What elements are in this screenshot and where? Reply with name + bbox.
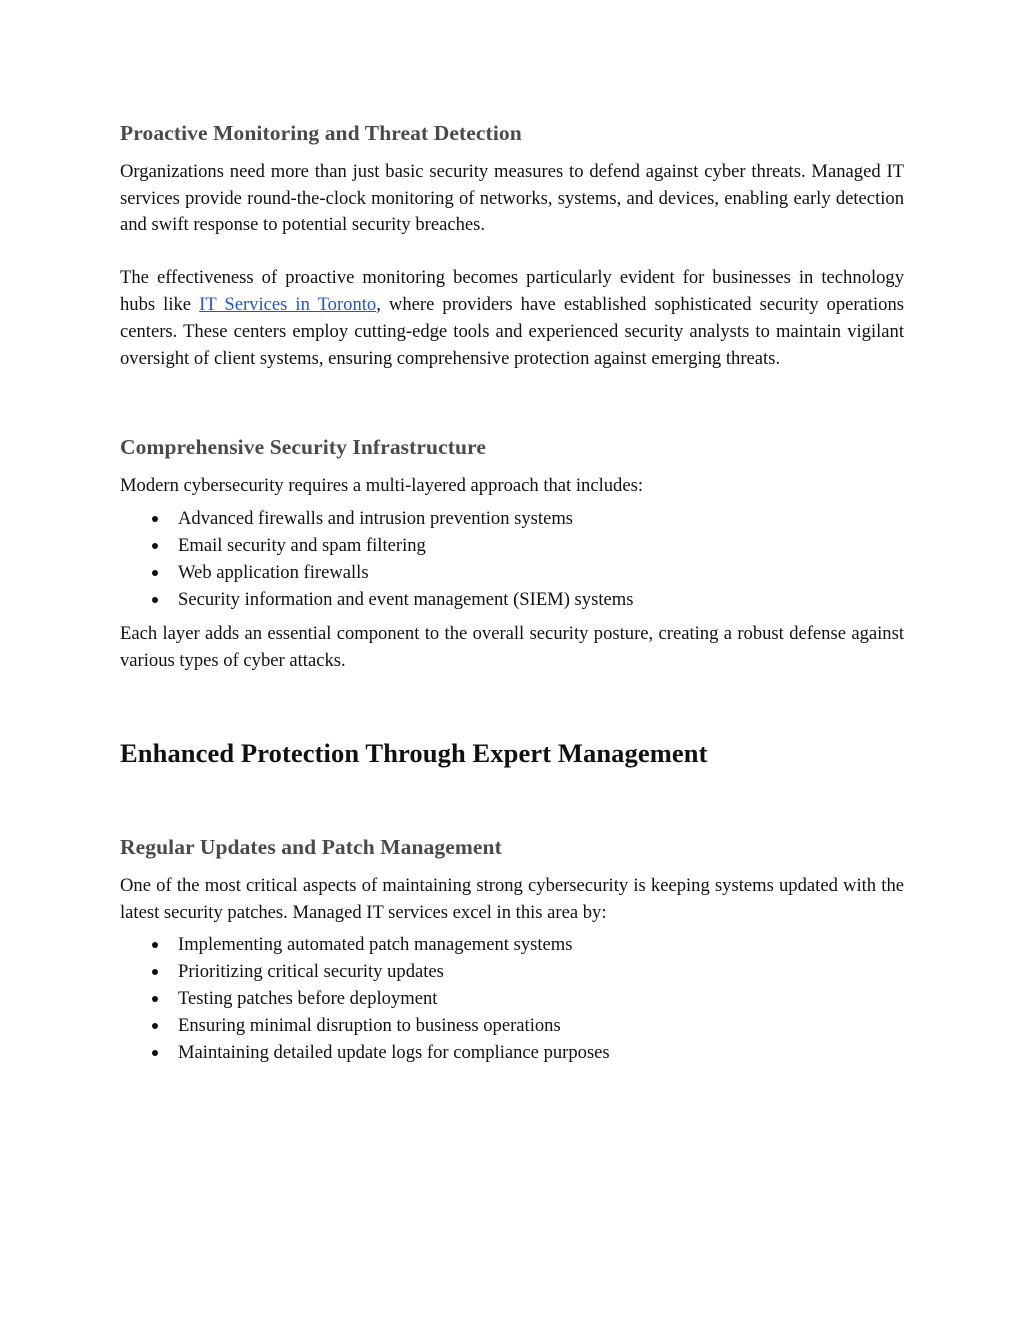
bullet-icon: [152, 516, 158, 523]
heading-proactive-monitoring: Proactive Monitoring and Threat Detectio…: [120, 121, 522, 145]
list-item: Advanced firewalls and intrusion prevent…: [120, 505, 904, 532]
list-item-label: Advanced firewalls and intrusion prevent…: [178, 508, 574, 530]
list-item: Ensuring minimal disruption to business …: [120, 1012, 904, 1039]
patch-management-list: Implementing automated patch management …: [120, 931, 904, 1066]
major-heading-spacer: [120, 675, 904, 737]
list-item-label: Email security and spam filtering: [178, 535, 426, 557]
heading-enhanced-protection: Enhanced Protection Through Expert Manag…: [120, 737, 708, 768]
list-item: Implementing automated patch management …: [120, 931, 904, 958]
bullet-icon: [152, 570, 158, 577]
list-item: Testing patches before deployment: [120, 985, 904, 1012]
heading-regular-updates-patch-management: Regular Updates and Patch Management: [120, 834, 502, 859]
bullet-icon: [152, 969, 158, 976]
document-page: Proactive Monitoring and Threat Detectio…: [0, 0, 1024, 1325]
list-item: Security information and event managemen…: [120, 586, 904, 613]
list-item: Web application firewalls: [120, 559, 904, 586]
paragraph-one-of-the-most-critical: One of the most critical aspects of main…: [120, 874, 904, 923]
bullet-icon: [152, 1023, 158, 1030]
heading-comprehensive-security-infrastructure: Comprehensive Security Infrastructure: [120, 435, 486, 460]
list-item: Prioritizing critical security updates: [120, 958, 904, 985]
paragraph-each-layer: Each layer adds an essential component t…: [120, 623, 904, 671]
bullet-icon: [152, 543, 158, 550]
security-infrastructure-list: Advanced firewalls and intrusion prevent…: [120, 505, 904, 613]
list-item: Maintaining detailed update logs for com…: [120, 1039, 904, 1066]
list-item-label: Ensuring minimal disruption to business …: [178, 1015, 561, 1037]
list-item-label: Implementing automated patch management …: [178, 934, 573, 956]
list-item-label: Maintaining detailed update logs for com…: [178, 1042, 610, 1064]
bullet-icon: [152, 942, 158, 949]
list-item: Email security and spam filtering: [120, 532, 904, 559]
bullet-icon: [152, 1050, 158, 1057]
paragraph-effectiveness: The effectiveness of proactive monitorin…: [120, 265, 904, 372]
list-item-label: Prioritizing critical security updates: [178, 961, 444, 983]
paragraph-organizations-need: Organizations need more than just basic …: [120, 160, 904, 236]
bullet-icon: [152, 597, 158, 604]
major-heading-spacer: [120, 770, 904, 834]
list-item-label: Web application firewalls: [178, 562, 369, 584]
list-item-label: Security information and event managemen…: [178, 589, 634, 611]
document-content: Proactive Monitoring and Threat Detectio…: [120, 120, 904, 1066]
paragraph-modern-cybersecurity: Modern cybersecurity requires a multi-la…: [120, 475, 644, 497]
link-it-services-in-toronto[interactable]: IT Services in Toronto: [199, 294, 376, 315]
bullet-icon: [152, 996, 158, 1003]
list-item-label: Testing patches before deployment: [178, 988, 438, 1010]
